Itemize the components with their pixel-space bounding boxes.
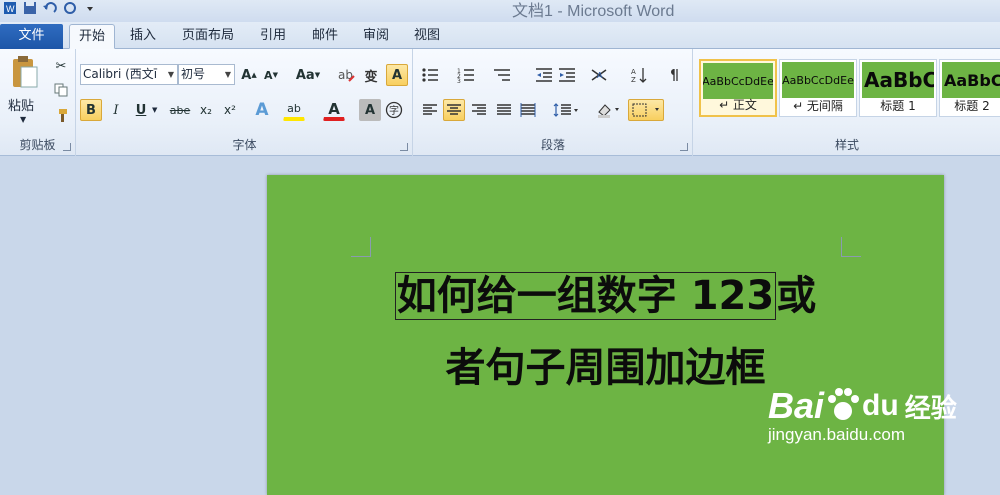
chinese-layout-icon[interactable]: A (589, 64, 611, 86)
svg-text:3: 3 (457, 78, 461, 83)
ribbon: 粘贴 ▼ ✂ 剪贴板 Calibri (西文ī ▼ 初号 ▼ A ▲ A ▼ Aa ▼… (0, 49, 1000, 156)
word-icon: W (2, 1, 18, 15)
style-no-spacing[interactable]: AaBbCcDdEe ↵ 无间隔 (779, 59, 857, 117)
chevron-down-icon: ▼ (167, 70, 175, 79)
watermark-url: jingyan.baidu.com (768, 425, 906, 444)
paw-icon (826, 387, 860, 426)
watermark-cn: 经验 (904, 392, 957, 423)
styles-group-label: 样式 (834, 138, 859, 152)
window-title: 文档1 - Microsoft Word (512, 3, 675, 20)
svg-text:A: A (597, 71, 603, 80)
copy-icon[interactable] (50, 79, 72, 101)
ribbon-tabs: 文件 开始 插入 页面布局 引用 邮件 审阅 视图 (0, 22, 1000, 49)
cut-icon[interactable]: ✂ (50, 55, 72, 77)
document-page[interactable]: 如何给一组数字 123或 者句子周围加边框 (267, 175, 944, 495)
document-line-1[interactable]: 如何给一组数字 123或 (267, 263, 944, 321)
sort-icon[interactable]: AZ (629, 64, 651, 86)
quick-access-toolbar: W (0, 0, 98, 16)
tab-insert[interactable]: 插入 (121, 24, 165, 49)
font-color-button[interactable]: A (323, 99, 345, 121)
borders-icon[interactable] (628, 99, 664, 121)
tab-home[interactable]: 开始 (69, 24, 115, 49)
line-spacing-icon[interactable] (551, 99, 581, 121)
bullets-icon[interactable] (419, 64, 441, 86)
show-formatting-icon[interactable] (664, 64, 686, 86)
font-size-value: 初号 (181, 67, 206, 81)
align-left-icon[interactable] (419, 99, 441, 121)
bold-button[interactable]: B (80, 99, 102, 121)
align-center-icon[interactable] (443, 99, 465, 121)
character-border-button[interactable]: A (386, 64, 408, 86)
grow-font-button[interactable]: A ▲ (238, 64, 260, 86)
style-heading-2[interactable]: AaBbC 标题 2 (939, 59, 1000, 117)
svg-text:Z: Z (631, 76, 636, 83)
baidu-watermark: Bai du 经验 jingyan.baidu.com (768, 385, 957, 445)
font-group-label: 字体 (232, 138, 257, 152)
crop-mark-top-left (351, 237, 371, 257)
watermark-brand: Bai (768, 385, 825, 426)
font-family-value: Calibri (西文ī (83, 67, 158, 81)
style-normal[interactable]: AaBbCcDdEe ↵ 正文 (699, 59, 777, 117)
title-bar: W 文档1 - Microsoft Word (0, 0, 1000, 22)
align-right-icon[interactable] (468, 99, 490, 121)
style-heading-1[interactable]: AaBbC 标题 1 (859, 59, 937, 117)
tab-page-layout[interactable]: 页面布局 (174, 24, 242, 49)
paste-button-label[interactable]: 粘贴 (8, 95, 34, 114)
clear-formatting-icon[interactable]: ab (335, 64, 357, 86)
watermark-brand-2: du (862, 389, 899, 422)
tab-view[interactable]: 视图 (405, 24, 449, 49)
chevron-down-icon: ▼ (224, 70, 232, 79)
customize-icon[interactable] (82, 1, 98, 15)
svg-text:字: 字 (389, 104, 399, 117)
paragraph-group: 123 A AZ 段落 (414, 49, 693, 156)
chevron-down-icon[interactable]: ▼ (152, 106, 157, 114)
paste-icon[interactable] (6, 53, 42, 93)
phonetic-guide-button[interactable]: 变 (360, 64, 382, 86)
multilevel-list-icon[interactable] (491, 64, 513, 86)
underline-button[interactable]: U (130, 99, 152, 121)
crop-mark-top-right (841, 237, 861, 257)
line-1-tail[interactable]: 或 (776, 273, 816, 319)
character-shading-button[interactable]: A (359, 99, 381, 121)
superscript-button[interactable]: x² (219, 99, 241, 121)
clipboard-group: 粘贴 ▼ ✂ 剪贴板 (0, 49, 76, 156)
enclose-characters-icon[interactable]: 字 (383, 99, 405, 121)
distributed-icon[interactable] (517, 99, 539, 121)
shrink-font-button[interactable]: A ▼ (260, 64, 282, 86)
svg-text:A: A (631, 68, 636, 76)
tab-mailings[interactable]: 邮件 (303, 24, 347, 49)
redo-icon[interactable] (62, 1, 78, 15)
format-painter-icon[interactable] (50, 105, 72, 127)
undo-icon[interactable] (42, 1, 58, 15)
paragraph-group-label: 段落 (540, 138, 565, 152)
font-size-combo[interactable]: 初号 ▼ (178, 64, 235, 85)
clipboard-launcher-icon[interactable] (63, 143, 71, 151)
font-launcher-icon[interactable] (400, 143, 408, 151)
justify-icon[interactable] (493, 99, 515, 121)
font-group: Calibri (西文ī ▼ 初号 ▼ A ▲ A ▼ Aa ▼ ab 变 A B I… (77, 49, 413, 156)
increase-indent-icon[interactable] (556, 64, 578, 86)
font-family-combo[interactable]: Calibri (西文ī ▼ (80, 64, 178, 85)
italic-button[interactable]: I (105, 99, 127, 121)
paragraph-shading-icon[interactable] (594, 99, 624, 121)
tab-review[interactable]: 审阅 (354, 24, 398, 49)
decrease-indent-icon[interactable] (533, 64, 555, 86)
svg-text:W: W (6, 4, 15, 14)
change-case-button[interactable]: Aa ▼ (294, 64, 322, 86)
strikethrough-button[interactable]: abe (167, 99, 193, 121)
tab-file[interactable]: 文件 (0, 24, 63, 49)
bordered-text[interactable]: 如何给一组数字 123 (394, 272, 777, 320)
save-icon[interactable] (22, 1, 38, 15)
styles-group: AaBbCcDdEe ↵ 正文 AaBbCcDdEe ↵ 无间隔 AaBbC 标… (694, 49, 1000, 156)
highlight-button[interactable]: ab (283, 99, 305, 121)
numbering-icon[interactable]: 123 (455, 64, 477, 86)
paragraph-launcher-icon[interactable] (680, 143, 688, 151)
text-effects-button[interactable]: A (251, 99, 273, 121)
subscript-button[interactable]: x₂ (195, 99, 217, 121)
tab-references[interactable]: 引用 (251, 24, 295, 49)
paste-dropdown-icon[interactable]: ▼ (20, 115, 26, 124)
